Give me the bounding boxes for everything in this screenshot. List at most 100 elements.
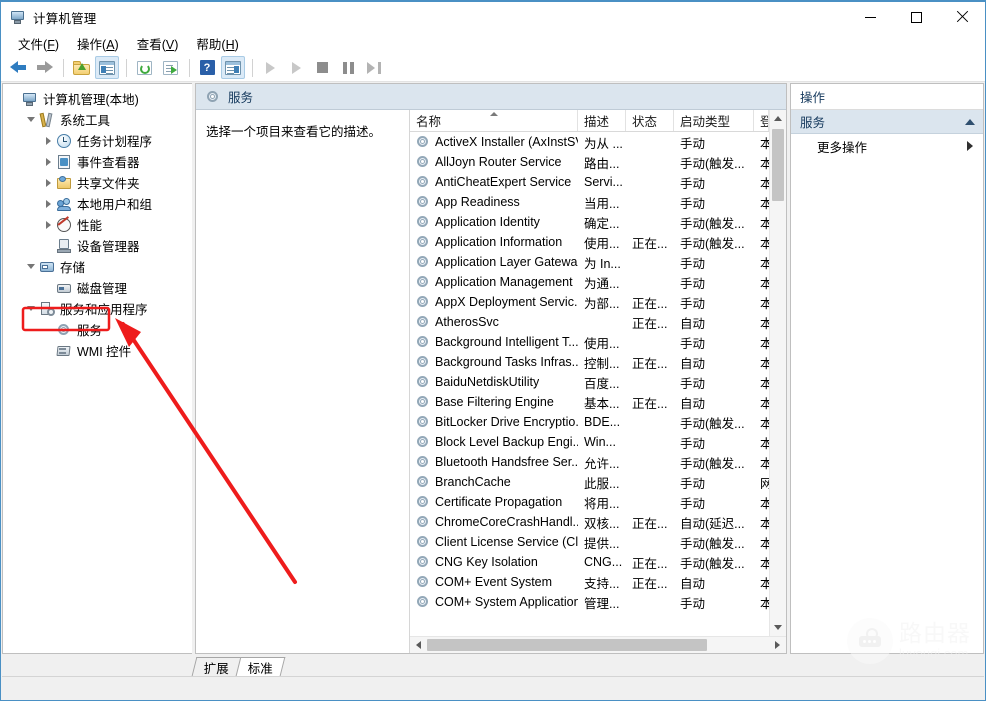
tree-expand-icon[interactable] — [40, 172, 56, 193]
status-bar — [2, 676, 984, 700]
tree-item-9[interactable]: 服务和应用程序 — [3, 298, 192, 319]
action-more-actions[interactable]: 更多操作 — [791, 134, 983, 158]
column-header-logon[interactable]: 登 — [754, 110, 769, 131]
back-button[interactable] — [6, 56, 30, 79]
tree-item-1[interactable]: 任务计划程序 — [3, 130, 192, 151]
scroll-left-button[interactable] — [410, 637, 427, 653]
service-row[interactable]: BranchCache 此服... 手动 网 — [410, 472, 769, 492]
service-cell-name: AppX Deployment Servic... — [410, 295, 578, 309]
collapse-chevron-up-icon[interactable] — [965, 118, 975, 125]
export-list-button[interactable] — [158, 56, 182, 79]
horizontal-scroll-thumb[interactable] — [427, 639, 708, 651]
tree-item-10[interactable]: 服务 — [3, 319, 192, 340]
service-row[interactable]: Application Information 使用... 正在... 手动(触发..… — [410, 232, 769, 252]
tree-collapse-icon[interactable] — [23, 109, 39, 130]
tree-item-5[interactable]: 性能 — [3, 214, 192, 235]
service-row[interactable]: Application Management 为通... 手动 本 — [410, 272, 769, 292]
tab-extended[interactable]: 扩展 — [191, 657, 242, 676]
column-header-status[interactable]: 状态 — [626, 110, 674, 131]
tree-expand-icon[interactable] — [40, 130, 56, 151]
service-row[interactable]: Client License Service (Cli... 提供... 手动(触发… — [410, 532, 769, 552]
toolbar: ? — [1, 54, 985, 82]
tree-collapse-icon[interactable] — [23, 298, 39, 319]
up-one-level-button[interactable] — [69, 56, 93, 79]
tree-expand-icon[interactable] — [40, 151, 56, 172]
menu-file[interactable]: 文件(F) — [9, 32, 68, 55]
help-button[interactable]: ? — [195, 56, 219, 79]
service-row[interactable]: AntiCheatExpert Service Servi... 手动 本 — [410, 172, 769, 192]
scroll-right-button[interactable] — [769, 637, 786, 653]
results-body: 选择一个项目来查看它的描述。 名称 描述 状态 启动类型 登 ActiveX Insta… — [196, 110, 786, 653]
service-row[interactable]: BaiduNetdiskUtility 百度... 手动 本 — [410, 372, 769, 392]
service-row[interactable]: CNG Key Isolation CNG... 正在... 手动(触发... 本 — [410, 552, 769, 572]
forward-button[interactable] — [32, 56, 56, 79]
column-header-start[interactable]: 启动类型 — [674, 110, 754, 131]
actions-group-services[interactable]: 服务 — [791, 110, 983, 134]
horizontal-scroll-track[interactable] — [427, 637, 769, 653]
service-row[interactable]: App Readiness 当用... 手动 本 — [410, 192, 769, 212]
task-scheduler-icon — [56, 133, 72, 149]
service-row[interactable]: Background Tasks Infras... 控制... 正在... 自动 本 — [410, 352, 769, 372]
tree-expand-icon[interactable] — [40, 214, 56, 235]
service-row[interactable]: AllJoyn Router Service 路由... 手动(触发... 本 — [410, 152, 769, 172]
service-row[interactable]: Base Filtering Engine 基本... 正在... 自动 本 — [410, 392, 769, 412]
start-all-button[interactable] — [284, 56, 308, 79]
tree-item-0[interactable]: 系统工具 — [3, 109, 192, 130]
service-row[interactable]: COM+ Event System 支持... 正在... 自动 本 — [410, 572, 769, 592]
column-header-name[interactable]: 名称 — [410, 110, 578, 131]
menu-action[interactable]: 操作(A) — [68, 32, 128, 55]
tree-item-7[interactable]: 存储 — [3, 256, 192, 277]
tree-item-root[interactable]: 计算机管理(本地) — [3, 88, 192, 109]
close-button[interactable] — [939, 2, 985, 32]
service-row[interactable]: Bluetooth Handsfree Ser... 允许... 手动(触发... 本 — [410, 452, 769, 472]
service-row[interactable]: ActiveX Installer (AxInstSV) 为从 ... 手动 本 — [410, 132, 769, 152]
vertical-scroll-track[interactable] — [770, 127, 786, 619]
service-cell-name: AntiCheatExpert Service — [410, 175, 578, 189]
service-cell-name: Application Layer Gatewa... — [410, 255, 578, 269]
service-row[interactable]: Background Intelligent T... 使用... 手动 本 — [410, 332, 769, 352]
menu-help[interactable]: 帮助(H) — [187, 32, 247, 55]
service-row[interactable]: COM+ System Application 管理... 手动 本 — [410, 592, 769, 612]
tab-standard[interactable]: 标准 — [235, 657, 286, 676]
service-row[interactable]: BitLocker Drive Encryptio... BDE... 手动(触发.… — [410, 412, 769, 432]
service-row[interactable]: ChromeCoreCrashHandl... 双核... 正在... 自动(延迟..… — [410, 512, 769, 532]
tree-twisty-spacer — [40, 319, 56, 340]
tree-item-label: 存储 — [60, 261, 86, 275]
service-cell-status: 正在... — [632, 236, 668, 251]
service-gear-icon — [416, 495, 430, 509]
show-action-pane-button[interactable] — [221, 56, 245, 79]
services-horizontal-scrollbar[interactable] — [410, 636, 786, 653]
service-row[interactable]: AtherosSvc 正在... 自动 本 — [410, 312, 769, 332]
service-cell-logon: 本 — [754, 333, 769, 352]
tree-item-4[interactable]: 本地用户和组 — [3, 193, 192, 214]
tree-item-6[interactable]: 设备管理器 — [3, 235, 192, 256]
tree-item-8[interactable]: 磁盘管理 — [3, 277, 192, 298]
restart-service-button[interactable] — [362, 56, 386, 79]
tree-item-3[interactable]: 共享文件夹 — [3, 172, 192, 193]
menu-view[interactable]: 查看(V) — [128, 32, 188, 55]
services-vertical-scrollbar[interactable] — [769, 110, 786, 636]
maximize-button[interactable] — [893, 2, 939, 32]
vertical-scroll-thumb[interactable] — [772, 129, 784, 201]
service-row[interactable]: Application Layer Gatewa... 为 In... 手动 本 — [410, 252, 769, 272]
tree-collapse-icon[interactable] — [23, 256, 39, 277]
scroll-up-button[interactable] — [770, 110, 786, 127]
tree-item-11[interactable]: WMI 控件 — [3, 340, 192, 361]
service-row[interactable]: Certificate Propagation 将用... 手动 本 — [410, 492, 769, 512]
refresh-button[interactable] — [132, 56, 156, 79]
show-hide-tree-button[interactable] — [95, 56, 119, 79]
tree-item-label: 事件查看器 — [77, 156, 140, 170]
tree-item-2[interactable]: 事件查看器 — [3, 151, 192, 172]
minimize-button[interactable] — [847, 2, 893, 32]
tree-expand-icon[interactable] — [40, 193, 56, 214]
service-row[interactable]: Block Level Backup Engi... Win... 手动 本 — [410, 432, 769, 452]
service-row[interactable]: Application Identity 确定... 手动(触发... 本 — [410, 212, 769, 232]
service-cell-start: 手动 — [680, 336, 706, 351]
service-cell-desc: 使用... — [584, 336, 620, 351]
pause-service-button[interactable] — [336, 56, 360, 79]
start-service-button[interactable] — [258, 56, 282, 79]
stop-service-button[interactable] — [310, 56, 334, 79]
service-row[interactable]: AppX Deployment Servic... 为部... 正在... 手动 本 — [410, 292, 769, 312]
column-header-desc[interactable]: 描述 — [578, 110, 626, 131]
scroll-down-button[interactable] — [770, 619, 786, 636]
